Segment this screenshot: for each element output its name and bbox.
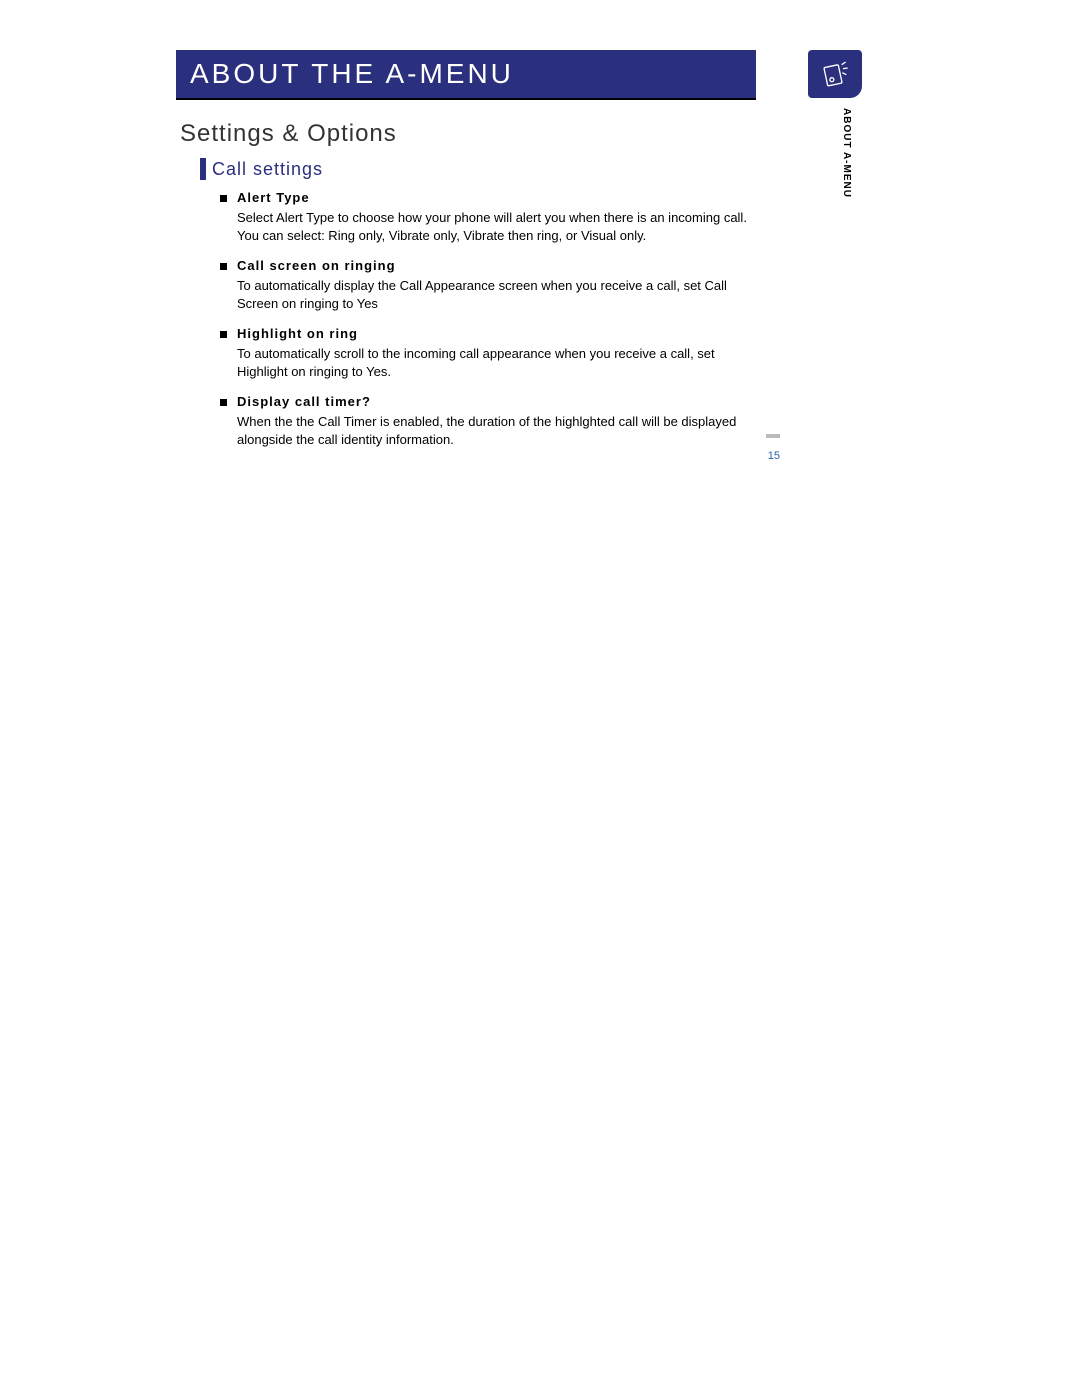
subsection-title: Call settings [212, 159, 323, 180]
item-title: Display call timer? [237, 394, 371, 409]
bullet-icon [220, 331, 227, 338]
section-title: Settings & Options [180, 120, 760, 148]
item-body: When the the Call Timer is enabled, the … [237, 413, 760, 448]
item-body: To automatically display the Call Appear… [237, 277, 760, 312]
document-page: ABOUT THE A-MENU ABOUT A-MENU Settings &… [0, 0, 1080, 1397]
bullet-icon [220, 399, 227, 406]
accent-bar [200, 158, 206, 180]
bullet-icon [220, 195, 227, 202]
subsection-header: Call settings [200, 158, 760, 180]
list-item: Display call timer? When the the Call Ti… [220, 394, 760, 448]
side-tab-label: ABOUT A-MENU [841, 108, 852, 198]
chapter-header: ABOUT THE A-MENU [176, 50, 756, 100]
page-mark [766, 434, 780, 438]
list-item: Highlight on ring To automatically scrol… [220, 326, 760, 380]
item-title: Alert Type [237, 190, 310, 205]
bullet-icon [220, 263, 227, 270]
list-item: Alert Type Select Alert Type to choose h… [220, 190, 760, 244]
phone-card-icon [819, 58, 851, 90]
list-item: Call screen on ringing To automatically … [220, 258, 760, 312]
item-title: Call screen on ringing [237, 258, 396, 273]
item-body: To automatically scroll to the incoming … [237, 345, 760, 380]
item-title: Highlight on ring [237, 326, 358, 341]
item-body: Select Alert Type to choose how your pho… [237, 209, 760, 244]
page-number: 15 [768, 450, 780, 462]
chapter-icon-badge [808, 50, 862, 98]
content-area: Settings & Options Call settings Alert T… [180, 120, 760, 462]
chapter-title: ABOUT THE A-MENU [190, 58, 514, 90]
